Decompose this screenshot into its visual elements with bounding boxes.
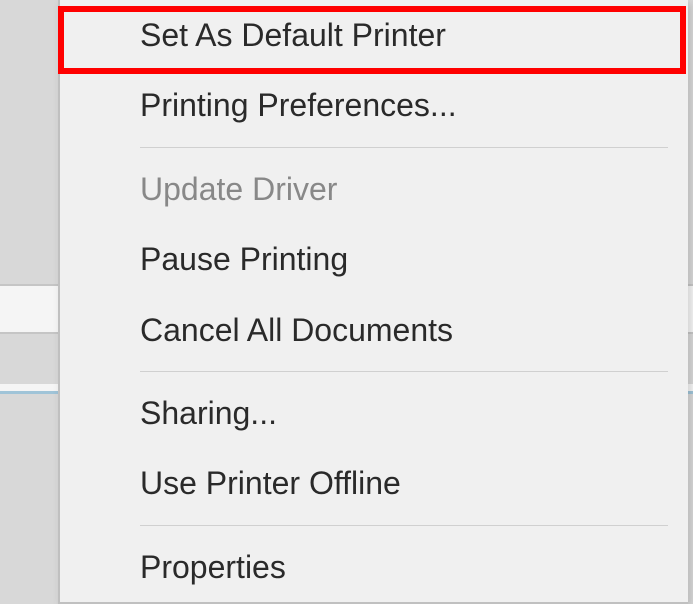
menu-item-printing-preferences[interactable]: Printing Preferences...	[60, 70, 688, 140]
menu-item-properties[interactable]: Properties	[60, 532, 688, 602]
menu-item-set-default-printer[interactable]: Set As Default Printer	[60, 0, 688, 70]
menu-separator	[140, 525, 668, 526]
menu-item-use-printer-offline[interactable]: Use Printer Offline	[60, 448, 688, 518]
printer-context-menu: Set As Default Printer Printing Preferen…	[58, 0, 688, 604]
menu-item-cancel-all-documents[interactable]: Cancel All Documents	[60, 295, 688, 365]
menu-item-pause-printing[interactable]: Pause Printing	[60, 224, 688, 294]
menu-item-sharing[interactable]: Sharing...	[60, 378, 688, 448]
menu-item-update-driver: Update Driver	[60, 154, 688, 224]
menu-separator	[140, 371, 668, 372]
menu-separator	[140, 147, 668, 148]
